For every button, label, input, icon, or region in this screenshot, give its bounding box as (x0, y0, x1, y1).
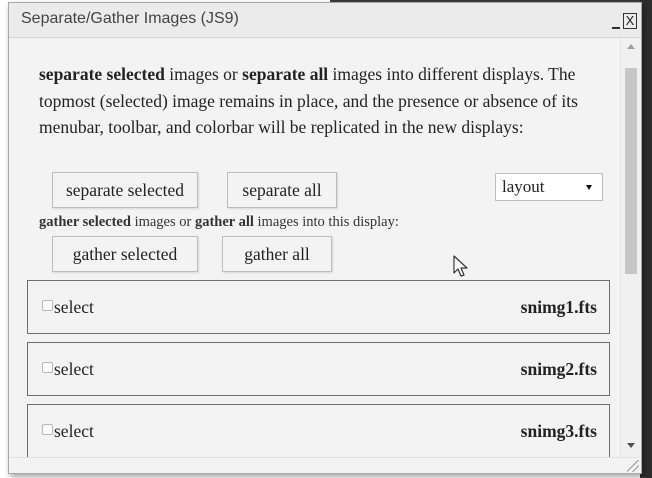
gather-description: gather selected images or gather all ima… (39, 213, 599, 231)
close-button[interactable]: X (623, 13, 637, 29)
separate-all-button[interactable]: separate all (227, 172, 337, 208)
gather-text-1: images or (130, 214, 195, 230)
scrollbar-thumb[interactable] (625, 68, 637, 274)
image-filename: snimg1.fts (520, 297, 597, 317)
image-select-checkbox[interactable] (42, 424, 53, 435)
dialog-content: separate selected images or separate all… (9, 38, 619, 458)
separate-all-term: separate all (242, 64, 329, 84)
separate-description: separate selected images or separate all… (39, 61, 614, 141)
image-select-label: select (54, 421, 94, 441)
image-filename: snimg2.fts (520, 359, 597, 379)
gather-all-term: gather all (194, 214, 254, 230)
intro-text-1: images or (164, 64, 243, 84)
image-select-label: select (54, 297, 94, 317)
image-select-checkbox[interactable] (42, 300, 53, 311)
separate-selected-button[interactable]: separate selected (52, 172, 198, 208)
gather-selected-term: gather selected (39, 214, 131, 230)
separate-gather-dialog: Separate/Gather Images (JS9) _ X separat… (8, 2, 642, 474)
window-controls: _ X (609, 12, 637, 30)
gather-text-2: images into this display: (253, 214, 399, 230)
vertical-scrollbar[interactable] (620, 38, 641, 458)
image-select-label: select (54, 359, 94, 379)
image-row-snimg1: select snimg1.fts (27, 280, 610, 334)
image-row-snimg2: select snimg2.fts (27, 342, 610, 396)
layout-select-value: layout (502, 177, 545, 196)
mouse-pointer-icon (453, 255, 468, 277)
dialog-statusbar (9, 457, 641, 473)
chevron-down-icon (586, 185, 592, 190)
gather-all-button[interactable]: gather all (222, 236, 332, 272)
dialog-title: Separate/Gather Images (JS9) (21, 10, 239, 27)
dialog-titlebar[interactable]: Separate/Gather Images (JS9) _ X (9, 3, 641, 38)
image-select-checkbox[interactable] (42, 362, 53, 373)
image-row-snimg3: select snimg3.fts (27, 404, 610, 458)
image-filename: snimg3.fts (520, 421, 597, 441)
minimize-button[interactable]: _ (609, 13, 623, 29)
gather-selected-button[interactable]: gather selected (52, 236, 198, 272)
resize-grip-icon[interactable] (627, 460, 639, 472)
layout-select[interactable]: layout (495, 173, 603, 201)
separate-selected-term: separate selected (39, 64, 165, 84)
scroll-down-arrow-icon[interactable] (627, 443, 635, 448)
scroll-up-arrow-icon[interactable] (627, 44, 635, 49)
